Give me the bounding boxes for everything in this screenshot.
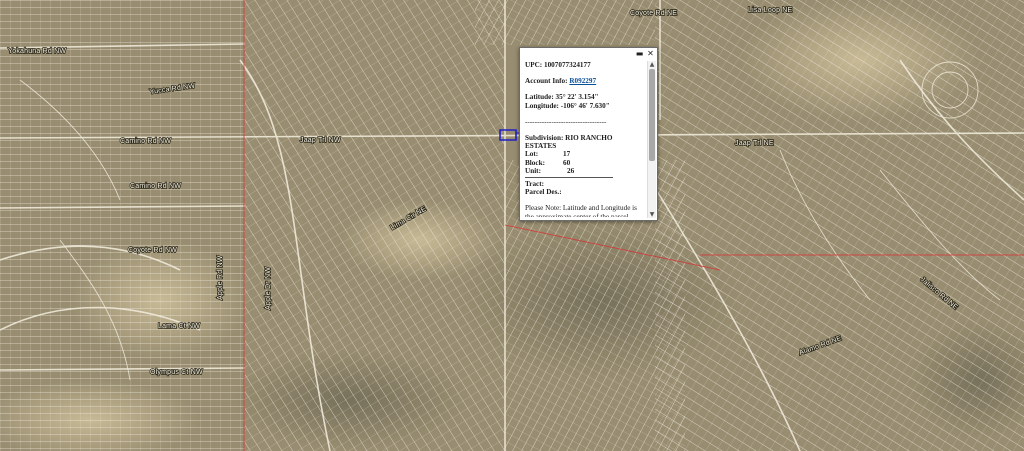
popup-content: UPC: 1007077324177 Account Info: R092297… bbox=[525, 61, 644, 217]
scroll-down-icon[interactable]: ▼ bbox=[648, 211, 656, 218]
road-label: Yokahuna Rd NW bbox=[8, 48, 66, 55]
road-label: Apple Dr NW bbox=[265, 267, 272, 310]
road-label: Lisa Loop NE bbox=[748, 7, 793, 14]
road-label: Coyote Rd NE bbox=[630, 10, 677, 17]
upc-line: UPC: 1007077324177 bbox=[525, 61, 591, 69]
parcel-des-line: Parcel Des.: bbox=[525, 188, 562, 197]
parcel-info-popup[interactable]: ▬ ✕ UPC: 1007077324177 Account Info: R09… bbox=[519, 47, 658, 221]
road-label: Camino Rd NW bbox=[120, 138, 171, 145]
road-label: Jaap Trl NW bbox=[300, 137, 341, 144]
maximize-icon[interactable]: ▬ bbox=[635, 49, 644, 58]
account-line: Account Info: R092297 bbox=[525, 77, 597, 86]
close-icon[interactable]: ✕ bbox=[646, 49, 655, 58]
road-label: Camino Rd NW bbox=[130, 183, 181, 190]
divider bbox=[525, 177, 613, 179]
scrollbar-thumb[interactable] bbox=[649, 69, 655, 161]
latitude-value: 35° 22' 3.154" bbox=[555, 93, 599, 102]
upc-value: 1007077324177 bbox=[543, 61, 591, 69]
unit-value: 26 bbox=[567, 166, 575, 175]
scroll-up-icon[interactable]: ▲ bbox=[648, 61, 656, 68]
road-label: Olympus Ct NW bbox=[150, 369, 203, 376]
account-link[interactable]: R092297 bbox=[569, 77, 596, 85]
unit-line: Unit: 26 bbox=[525, 166, 575, 175]
separator: ---------------------------------- bbox=[525, 117, 607, 126]
road-label: Coyote Rd NW bbox=[128, 247, 177, 254]
lot-line: Lot: 17 bbox=[525, 150, 571, 159]
note-text: Please Note: Latitude and Longitude is t… bbox=[525, 204, 637, 217]
block-value: 60 bbox=[563, 158, 571, 167]
popup-scrollbar[interactable]: ▲ ▼ bbox=[647, 61, 656, 218]
longitude-line: Longitude: -106° 46' 7.630" bbox=[525, 101, 610, 110]
road-label: Jaap Trl NE bbox=[735, 140, 774, 147]
tract-line: Tract: bbox=[525, 180, 545, 189]
road-label: Lama Ct NW bbox=[158, 323, 200, 330]
parcel-map[interactable]: Yokahuna Rd NW Yucca Rd NW Camino Rd NW … bbox=[0, 0, 1024, 451]
block-line: Block: 60 bbox=[525, 158, 571, 167]
subdivision-line: Subdivision: RIO RANCHO ESTATES bbox=[525, 134, 613, 151]
lot-value: 17 bbox=[563, 150, 571, 159]
longitude-value: -106° 46' 7.630" bbox=[560, 101, 610, 110]
road-label: Apple Rd NW bbox=[217, 255, 224, 300]
latitude-line: Latitude: 35° 22' 3.154" bbox=[525, 93, 599, 102]
popup-titlebar[interactable]: ▬ ✕ bbox=[520, 48, 657, 59]
